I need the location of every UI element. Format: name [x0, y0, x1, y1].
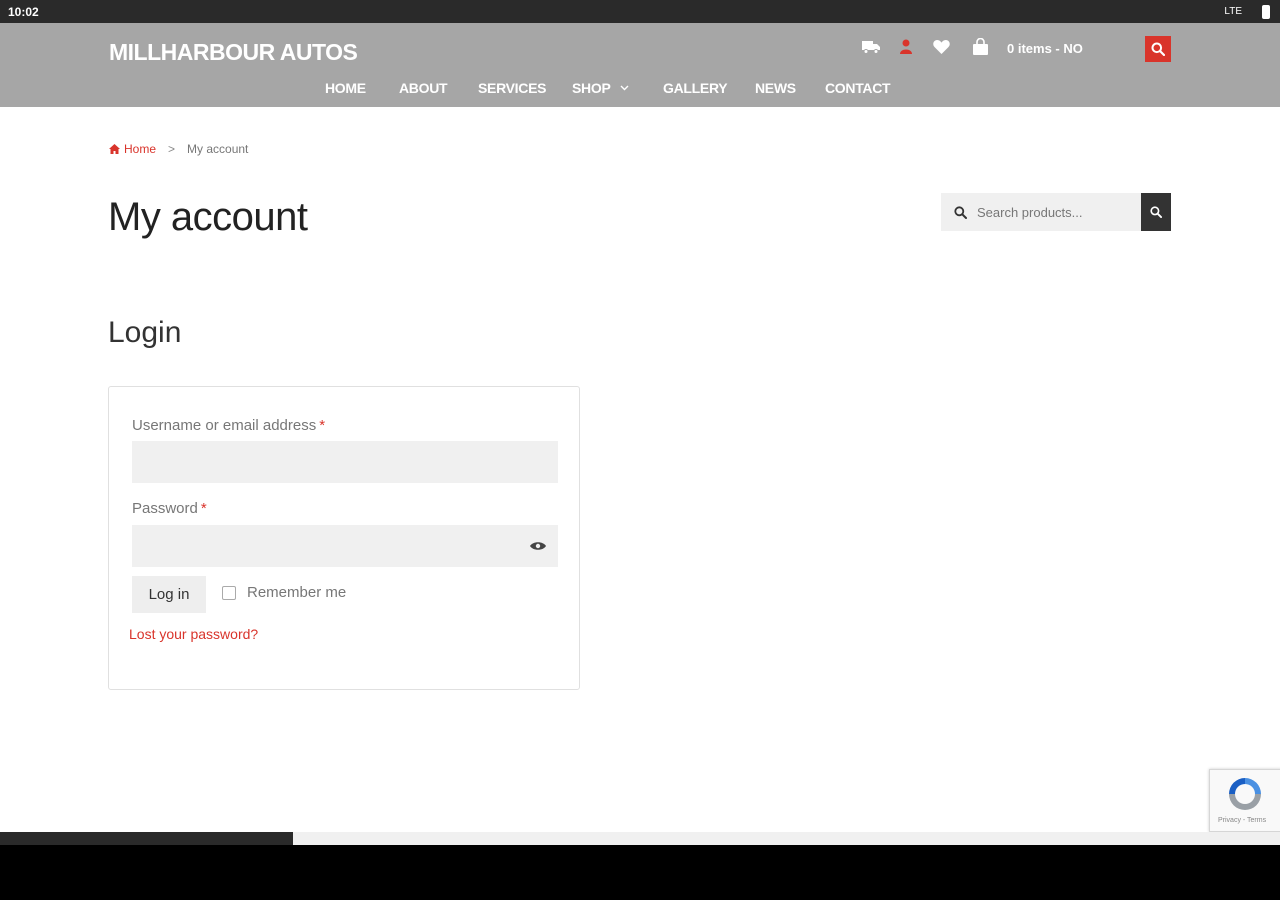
nav-services[interactable]: SERVICES [478, 80, 546, 96]
remember-me-checkbox[interactable] [222, 585, 236, 600]
password-field[interactable] [132, 525, 558, 567]
heart-icon[interactable] [933, 40, 950, 54]
search-icon [954, 206, 967, 219]
lost-password-link[interactable]: Lost your password? [129, 626, 258, 642]
page-title: My account [108, 195, 308, 239]
login-form: Username or email address * Password * Log… [108, 386, 580, 690]
recaptcha-links[interactable]: Privacy - Terms [1218, 817, 1266, 824]
shopping-bag-icon[interactable] [972, 38, 989, 55]
network-indicator: LTE [1224, 6, 1242, 17]
battery-icon [1262, 5, 1270, 19]
breadcrumb: Home > My account [109, 142, 248, 156]
breadcrumb-separator: > [168, 142, 176, 156]
nav-shop-label: SHOP [572, 80, 611, 96]
search-icon [1151, 42, 1165, 56]
username-field[interactable] [132, 441, 558, 483]
nav-shop[interactable]: SHOP [572, 80, 629, 96]
show-password-icon[interactable] [529, 539, 547, 553]
header-search-button[interactable] [1145, 36, 1171, 62]
breadcrumb-current: My account [187, 142, 249, 156]
username-label: Username or email address * [132, 417, 325, 434]
user-icon[interactable] [900, 39, 912, 54]
web-page: MILLHARBOUR AUTOS 0 items - NO HOME ABOU… [0, 23, 1280, 845]
product-search [941, 193, 1171, 231]
login-heading: Login [108, 316, 182, 349]
breadcrumb-home-label: Home [124, 142, 157, 156]
site-header: MILLHARBOUR AUTOS 0 items - NO HOME ABOU… [0, 23, 1280, 107]
site-title[interactable]: MILLHARBOUR AUTOS [109, 39, 358, 66]
nav-news[interactable]: NEWS [755, 80, 796, 96]
required-mark: * [200, 500, 207, 517]
home-icon [109, 144, 120, 154]
status-time: 10:02 [8, 5, 39, 19]
password-label: Password * [132, 500, 207, 517]
scrollbar-thumb[interactable] [0, 832, 293, 845]
product-search-submit[interactable] [1141, 193, 1171, 231]
search-icon [1150, 206, 1162, 218]
main-nav: HOME ABOUT SERVICES SHOP GALLERY NEWS CO… [0, 80, 1280, 102]
recaptcha-badge[interactable]: Privacy - Terms [1209, 769, 1280, 832]
login-button[interactable]: Log in [132, 576, 206, 613]
required-mark: * [319, 417, 326, 434]
truck-icon[interactable] [862, 40, 880, 54]
breadcrumb-home[interactable]: Home [109, 142, 156, 156]
nav-home[interactable]: HOME [325, 80, 366, 96]
remember-me[interactable]: Remember me [222, 584, 346, 601]
horizontal-scrollbar[interactable] [0, 832, 1280, 845]
remember-me-label: Remember me [247, 584, 347, 601]
nav-gallery[interactable]: GALLERY [663, 80, 728, 96]
chevron-down-icon [620, 85, 629, 91]
password-label-text: Password [132, 500, 198, 517]
nav-contact[interactable]: CONTACT [825, 80, 891, 96]
nav-about[interactable]: ABOUT [399, 80, 448, 96]
cart-summary[interactable]: 0 items - NO [1007, 41, 1083, 56]
username-label-text: Username or email address [132, 417, 317, 434]
status-bar: 10:02 LTE [0, 0, 1280, 23]
recaptcha-logo-icon [1229, 778, 1261, 810]
product-search-input[interactable] [977, 193, 1141, 231]
